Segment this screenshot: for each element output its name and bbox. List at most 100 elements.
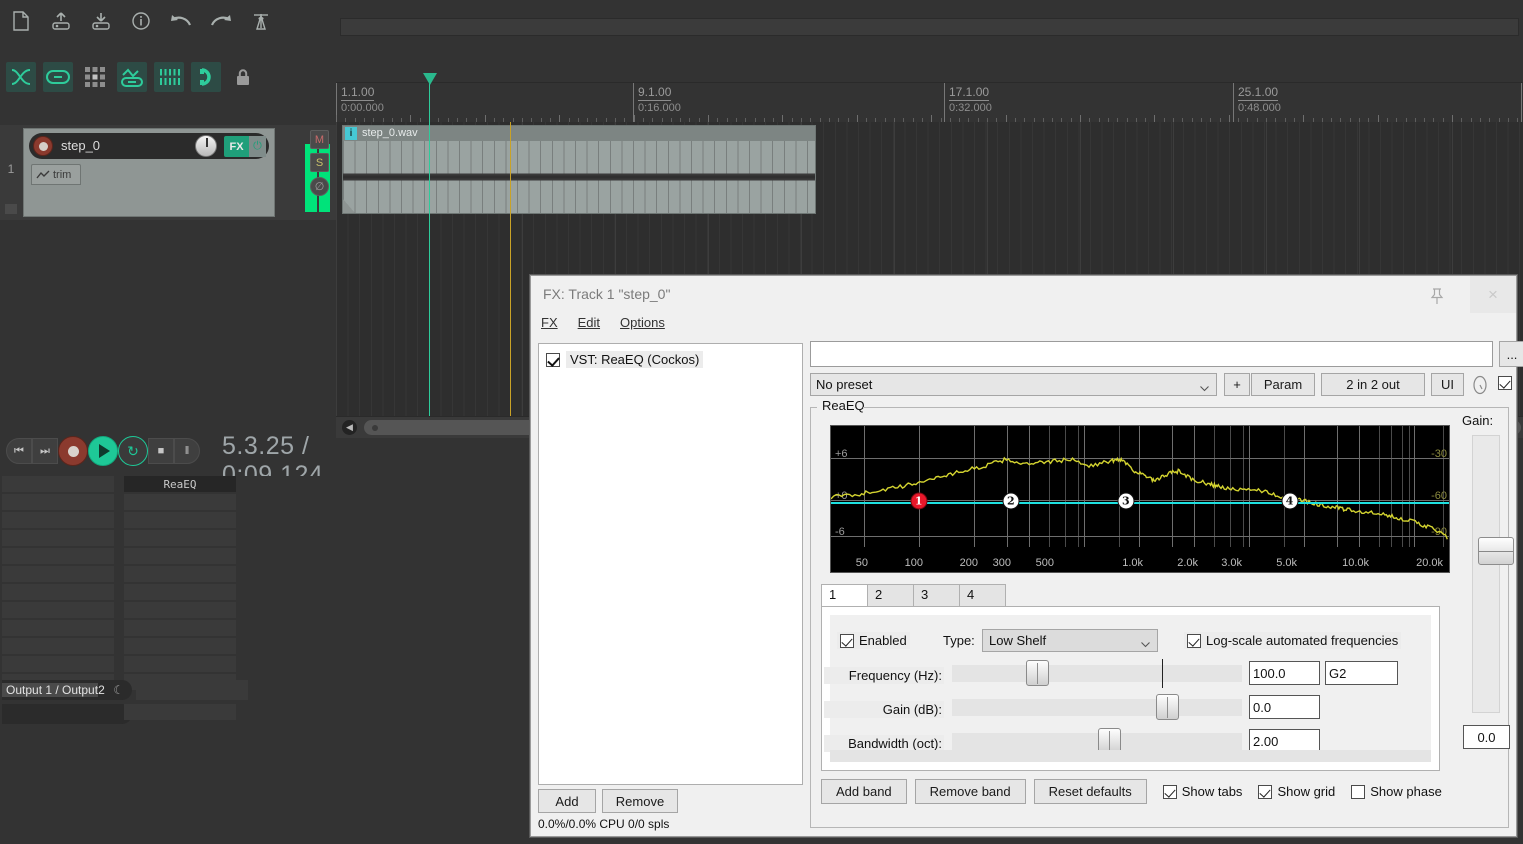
track-fx-button[interactable]: FX ⏻ bbox=[224, 136, 266, 157]
metronome-icon[interactable] bbox=[246, 6, 276, 36]
remove-fx-button[interactable]: Remove bbox=[602, 789, 678, 813]
ui-toggle-button[interactable]: UI bbox=[1431, 373, 1464, 396]
link-icon[interactable] bbox=[43, 62, 73, 92]
fade-in-handle[interactable] bbox=[343, 199, 355, 213]
scroll-left-button[interactable]: ◀ bbox=[342, 420, 357, 435]
menu-edit[interactable]: Edit bbox=[568, 313, 610, 337]
grid-icon[interactable] bbox=[80, 62, 110, 92]
frequency-slider-thumb[interactable] bbox=[1026, 660, 1049, 686]
band-enabled-checkbox[interactable] bbox=[840, 634, 854, 648]
record-arm-button[interactable] bbox=[33, 136, 53, 156]
fx-bypass-icon[interactable]: ⏻ bbox=[249, 136, 266, 157]
bandwidth-slider[interactable] bbox=[952, 733, 1242, 750]
show-phase-checkbox[interactable] bbox=[1351, 785, 1365, 799]
mixer-output-right[interactable] bbox=[136, 680, 248, 700]
add-fx-button[interactable]: Add bbox=[538, 789, 596, 813]
mixer-fx-slot[interactable]: ReaEQ bbox=[124, 476, 236, 492]
pause-button[interactable]: ‖ bbox=[174, 438, 200, 464]
add-preset-button[interactable]: + bbox=[1224, 373, 1250, 396]
band-enabled-group[interactable]: Enabled bbox=[837, 632, 910, 649]
eq-band-node-3[interactable]: 3 bbox=[1117, 493, 1134, 510]
play-cursor-handle[interactable] bbox=[423, 73, 437, 85]
stop-button[interactable]: ■ bbox=[148, 438, 174, 464]
show-tabs-checkbox[interactable] bbox=[1163, 785, 1177, 799]
preset-menu-button[interactable]: ... bbox=[1499, 341, 1523, 367]
show-grid-checkbox[interactable] bbox=[1258, 785, 1272, 799]
logscale-checkbox[interactable] bbox=[1187, 634, 1201, 648]
show-phase-group[interactable]: Show phase bbox=[1351, 784, 1442, 799]
preset-name-input[interactable] bbox=[810, 341, 1493, 367]
fx-window-titlebar[interactable]: FX: Track 1 "step_0" × bbox=[531, 276, 1516, 313]
track-envelope-trim-button[interactable]: trim bbox=[31, 164, 81, 185]
band-gain-slider[interactable] bbox=[952, 699, 1242, 716]
mixer-output-routing[interactable]: Output 1 / Output 2 ☾ bbox=[2, 680, 132, 700]
repeat-button[interactable]: ↻ bbox=[118, 436, 148, 466]
frequency-value-field[interactable]: 100.0 bbox=[1249, 661, 1320, 685]
fx-enable-checkbox[interactable] bbox=[546, 353, 560, 367]
gain-slider-thumb[interactable] bbox=[1478, 537, 1514, 565]
track-volume-knob[interactable] bbox=[195, 135, 217, 157]
reset-defaults-button[interactable]: Reset defaults bbox=[1034, 779, 1147, 804]
phase-invert-button[interactable]: ∅ bbox=[310, 177, 329, 196]
remove-band-button[interactable]: Remove band bbox=[915, 779, 1026, 804]
redo-icon[interactable] bbox=[206, 6, 236, 36]
preset-select[interactable]: No preset bbox=[810, 373, 1217, 396]
solo-button[interactable]: S bbox=[310, 153, 329, 172]
menu-options[interactable]: Options bbox=[610, 313, 675, 337]
play-button[interactable] bbox=[88, 436, 118, 466]
lock-icon[interactable] bbox=[228, 62, 258, 92]
save-project-icon[interactable] bbox=[86, 6, 116, 36]
crossfade-icon[interactable] bbox=[6, 62, 36, 92]
ruler-bar-label: 1.1.00 bbox=[341, 85, 374, 101]
track-name-label[interactable]: step_0 bbox=[61, 138, 100, 153]
show-tabs-group[interactable]: Show tabs bbox=[1163, 784, 1243, 799]
mute-button[interactable]: M bbox=[310, 130, 329, 149]
band-gain-value-field[interactable]: 0.0 bbox=[1249, 695, 1320, 719]
band-type-select[interactable]: Low Shelf bbox=[982, 629, 1158, 652]
eq-band-node-1[interactable]: 1 bbox=[910, 493, 927, 510]
media-item-info-icon[interactable]: i bbox=[345, 127, 357, 140]
io-pins-button[interactable]: 2 in 2 out bbox=[1321, 373, 1425, 396]
tab-band-2[interactable]: 2 bbox=[867, 584, 914, 607]
new-project-icon[interactable] bbox=[6, 6, 36, 36]
gain-slider[interactable] bbox=[1472, 435, 1500, 713]
tab-band-3[interactable]: 3 bbox=[913, 584, 960, 607]
track-name-bar[interactable]: step_0 FX ⏻ bbox=[29, 133, 269, 159]
automation-knob-icon[interactable] bbox=[1469, 373, 1491, 396]
folder-icon[interactable] bbox=[5, 204, 17, 214]
region-lane[interactable] bbox=[340, 18, 1519, 36]
info-icon[interactable] bbox=[126, 6, 156, 36]
pin-icon[interactable] bbox=[1426, 285, 1448, 307]
eq-graph[interactable]: +6 +0 -6 -30 -60 -90 1 2 3 bbox=[830, 425, 1450, 573]
go-to-end-button[interactable]: ⏭ bbox=[32, 438, 58, 464]
go-to-start-button[interactable]: ⏮ bbox=[6, 438, 32, 464]
record-button[interactable] bbox=[58, 436, 88, 466]
undo-icon[interactable] bbox=[166, 6, 196, 36]
eq-band-node-4[interactable]: 4 bbox=[1281, 493, 1298, 510]
media-item[interactable]: i step_0.wav bbox=[342, 125, 816, 214]
frequency-note-field[interactable]: G2 bbox=[1325, 661, 1398, 685]
plugin-enable-checkbox[interactable] bbox=[1498, 376, 1512, 390]
fx-chain-item[interactable]: VST: ReaEQ (Cockos) bbox=[546, 351, 703, 368]
show-grid-group[interactable]: Show grid bbox=[1258, 784, 1335, 799]
tab-band-4[interactable]: 4 bbox=[959, 584, 1006, 607]
eq-band-node-2[interactable]: 2 bbox=[1002, 493, 1019, 510]
fx-chain-list[interactable]: VST: ReaEQ (Cockos) bbox=[538, 343, 803, 785]
grid-lines-icon[interactable] bbox=[154, 62, 184, 92]
eq-plot-area[interactable]: +6 +0 -6 -30 -60 -90 1 2 3 bbox=[831, 426, 1449, 547]
mixer-fx-slot-2[interactable] bbox=[124, 704, 236, 720]
timeline-ruler[interactable]: 1.1.00 0:00.000 9.1.00 0:16.000 17.1.00 … bbox=[336, 82, 1523, 122]
close-icon[interactable]: × bbox=[1470, 276, 1516, 313]
band-gain-slider-thumb[interactable] bbox=[1156, 694, 1179, 720]
gain-value-field[interactable]: 0.0 bbox=[1463, 725, 1510, 749]
open-project-icon[interactable] bbox=[46, 6, 76, 36]
menu-fx[interactable]: FX bbox=[531, 313, 568, 337]
mixer-hardware-output[interactable] bbox=[2, 704, 132, 724]
logscale-group[interactable]: Log-scale automated frequencies bbox=[1184, 632, 1401, 649]
track-panel[interactable]: step_0 FX ⏻ trim bbox=[23, 128, 275, 217]
frequency-slider[interactable] bbox=[952, 665, 1242, 682]
envelope-link-icon[interactable] bbox=[117, 62, 147, 92]
add-band-button[interactable]: Add band bbox=[821, 779, 907, 804]
magnet-icon[interactable] bbox=[191, 62, 221, 92]
param-button[interactable]: Param bbox=[1251, 373, 1315, 396]
